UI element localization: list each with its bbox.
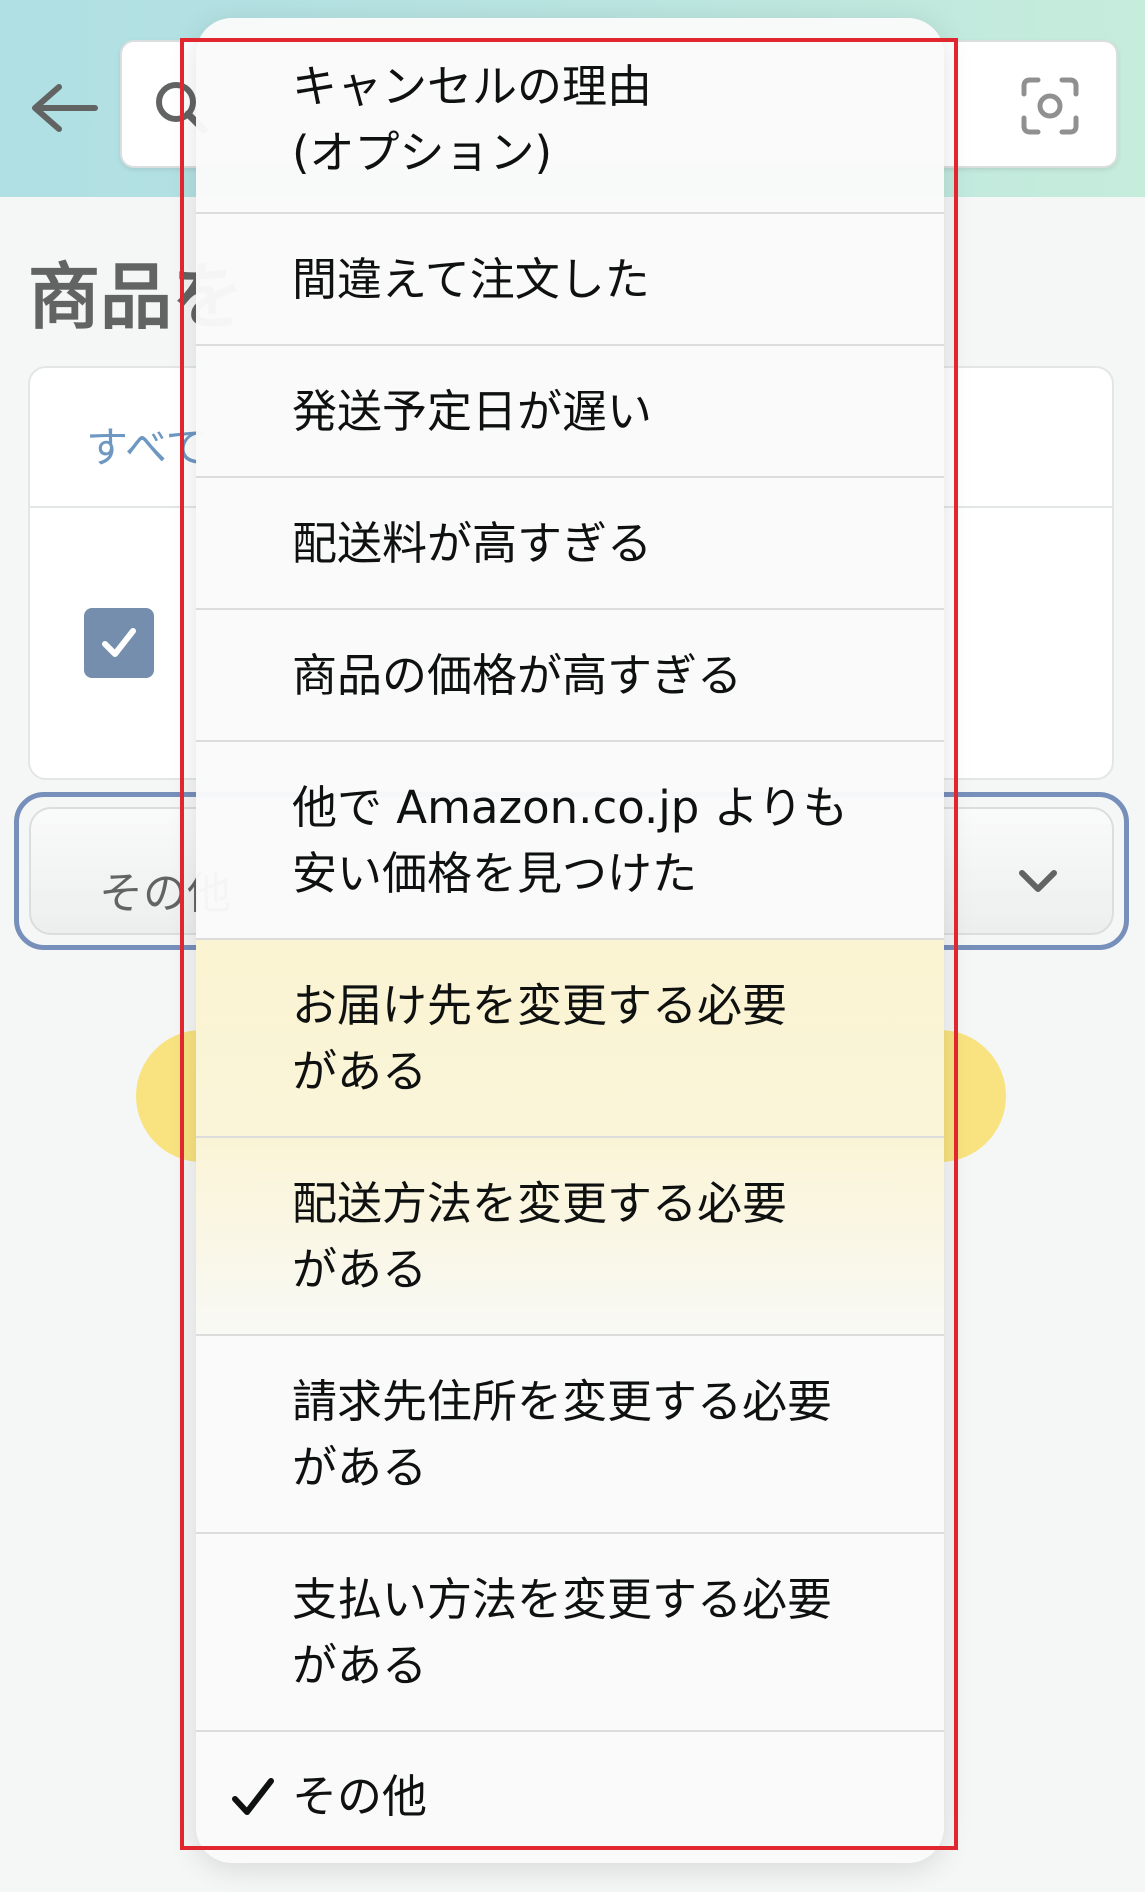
menu-item-label: 商品の価格が高すぎる bbox=[292, 649, 743, 702]
menu-item-change-billing-address[interactable]: 請求先住所を変更する必要 がある bbox=[196, 1336, 944, 1534]
menu-item-label: 配送料が高すぎる bbox=[292, 517, 653, 570]
menu-item-ordered-by-mistake[interactable]: 間違えて注文した bbox=[196, 214, 944, 346]
menu-item-price-high[interactable]: 商品の価格が高すぎる bbox=[196, 610, 944, 742]
menu-item-label: 間違えて注文した bbox=[292, 253, 650, 306]
menu-item-shipping-fee-high[interactable]: 配送料が高すぎる bbox=[196, 478, 944, 610]
menu-item-label: 支払い方法を変更する必要 がある bbox=[292, 1573, 833, 1692]
menu-item-change-payment-method[interactable]: 支払い方法を変更する必要 がある bbox=[196, 1534, 944, 1732]
checkmark-icon bbox=[232, 1778, 274, 1815]
menu-item-label: 他で Amazon.co.jp よりも 安い価格を見つけた bbox=[292, 781, 848, 900]
menu-item-other[interactable]: その他 bbox=[196, 1732, 944, 1863]
menu-item-change-address[interactable]: お届け先を変更する必要 がある bbox=[196, 940, 944, 1138]
menu-item-label: お届け先を変更する必要 がある bbox=[292, 979, 788, 1098]
menu-item-label: 請求先住所を変更する必要 がある bbox=[292, 1375, 833, 1494]
dropdown-title-text: キャンセルの理由 (オプション) bbox=[292, 60, 653, 179]
menu-item-label: 発送予定日が遅い bbox=[292, 385, 653, 438]
menu-item-shipping-date-late[interactable]: 発送予定日が遅い bbox=[196, 346, 944, 478]
cancel-reason-dropdown: キャンセルの理由 (オプション) 間違えて注文した 発送予定日が遅い 配送料が高… bbox=[196, 18, 944, 1863]
menu-item-change-shipping-method[interactable]: 配送方法を変更する必要 がある bbox=[196, 1138, 944, 1336]
menu-item-cheaper-elsewhere[interactable]: 他で Amazon.co.jp よりも 安い価格を見つけた bbox=[196, 742, 944, 940]
dropdown-title: キャンセルの理由 (オプション) bbox=[196, 18, 944, 214]
menu-item-label: 配送方法を変更する必要 がある bbox=[292, 1177, 788, 1296]
menu-item-label: その他 bbox=[292, 1770, 428, 1823]
